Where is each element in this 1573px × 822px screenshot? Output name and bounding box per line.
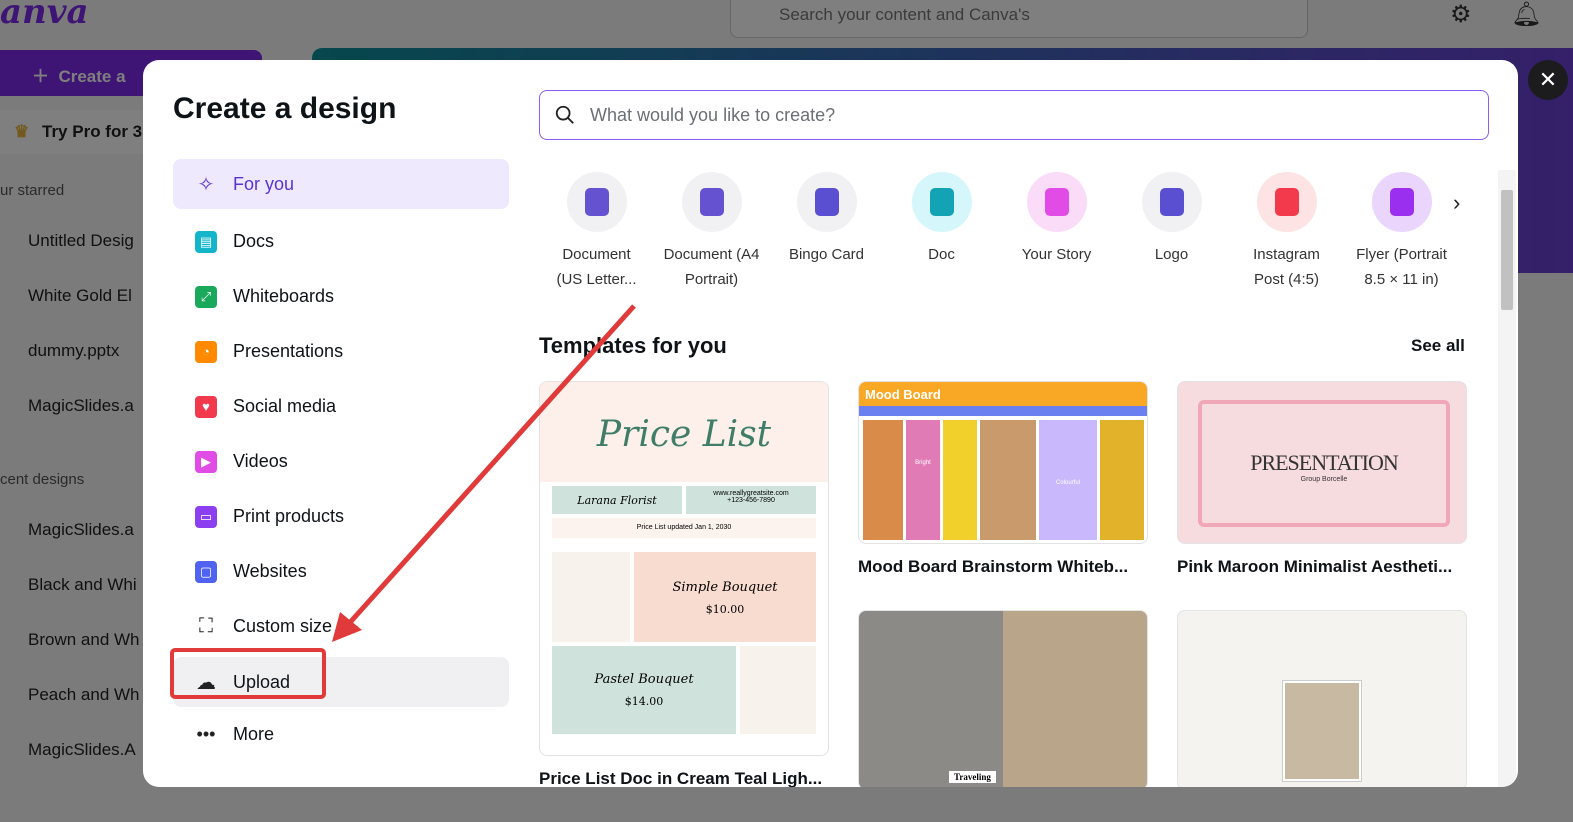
template-title: PRESENTATION: [1250, 450, 1399, 475]
design-type-row: Document (US Letter... Document (A4 Portrai…: [539, 172, 1459, 292]
design-type-icon: [681, 172, 742, 232]
nav-whiteboards[interactable]: ⤢ Whiteboards: [173, 269, 509, 324]
design-type-icon: [1256, 172, 1317, 232]
template-text: Traveling: [949, 771, 996, 783]
flower-image: [552, 552, 630, 642]
nav-custom-size[interactable]: ⛶ Custom size: [173, 599, 509, 654]
presentation-icon: ◔: [195, 340, 217, 363]
scrollbar[interactable]: [1498, 170, 1516, 787]
template-title: Price List: [540, 382, 828, 482]
template-card-mood-board[interactable]: Mood Board Bright Colourful: [858, 381, 1148, 544]
design-type-label: Document: [562, 246, 631, 263]
nav-print-products[interactable]: ▭ Print products: [173, 489, 509, 544]
design-type-5[interactable]: Logo: [1114, 172, 1229, 292]
template-caption[interactable]: Pink Maroon Minimalist Aestheti...: [1177, 557, 1452, 577]
template-text: +123-456-7890: [727, 497, 775, 504]
template-text: Simple Bouquet: [672, 580, 778, 595]
design-type-label: Flyer (Portrait: [1356, 246, 1447, 263]
upload-highlight-box: [170, 648, 326, 699]
template-text: Price List updated Jan 1, 2030: [552, 518, 816, 538]
design-type-2[interactable]: Bingo Card: [769, 172, 884, 292]
sparkle-icon: ✧: [197, 173, 215, 196]
template-text: Larana Florist: [552, 486, 682, 514]
design-type-icon: [796, 172, 857, 232]
photo-image: [1283, 681, 1361, 781]
nav-social-media[interactable]: ♥ Social media: [173, 379, 509, 434]
template-caption[interactable]: Mood Board Brainstorm Whiteb...: [858, 557, 1128, 577]
design-search-input[interactable]: What would you like to create?: [539, 90, 1489, 140]
template-text: Group Borcelle: [1300, 476, 1348, 483]
template-card-price-list[interactable]: Price List Larana Florist www.reallygrea…: [539, 381, 829, 756]
search-icon: [555, 105, 574, 124]
design-type-6[interactable]: Instagram Post (4:5): [1229, 172, 1344, 292]
nav-websites[interactable]: ▢ Websites: [173, 544, 509, 599]
design-type-3[interactable]: Doc: [884, 172, 999, 292]
close-button[interactable]: ✕: [1528, 60, 1568, 100]
template-contact: www.reallygreatsite.com +123-456-7890: [686, 486, 816, 514]
template-card-travel[interactable]: Traveling: [858, 610, 1148, 787]
see-all-link[interactable]: See all: [1411, 336, 1465, 356]
template-text: www.reallygreatsite.com: [713, 490, 789, 497]
design-type-label-2: 8.5 × 11 in): [1364, 271, 1439, 288]
design-type-label: Doc: [928, 246, 955, 263]
design-type-4[interactable]: Your Story: [999, 172, 1114, 292]
design-type-icon: [566, 172, 627, 232]
design-type-label: Instagram: [1253, 246, 1320, 263]
template-caption[interactable]: Price List Doc in Cream Teal Ligh...: [539, 769, 822, 787]
template-text: Pastel Bouquet: [594, 672, 694, 687]
design-type-icon: [1141, 172, 1202, 232]
scrollbar-thumb[interactable]: [1501, 190, 1513, 310]
design-type-label-2: Portrait): [684, 271, 739, 288]
create-design-modal: Create a design ✧ For you ▤ Docs ⤢ Whiteboa…: [143, 60, 1518, 787]
printer-icon: ▭: [195, 505, 217, 528]
design-type-1[interactable]: Document (A4 Portrait): [654, 172, 769, 292]
more-icon: •••: [196, 724, 216, 744]
design-type-label-2: Post (4:5): [1253, 271, 1320, 288]
nav-presentations[interactable]: ◔ Presentations: [173, 324, 509, 379]
design-type-7[interactable]: Flyer (Portrait 8.5 × 11 in): [1344, 172, 1459, 292]
templates-heading: Templates for you: [539, 333, 727, 358]
design-type-label: Logo: [1154, 246, 1189, 263]
design-type-label: Document (A4: [663, 246, 760, 263]
template-title: Mood Board: [859, 382, 1147, 406]
nav-docs[interactable]: ▤ Docs: [173, 214, 509, 269]
template-text: Colourful: [1039, 420, 1097, 540]
design-type-label-2: (US Letter...: [556, 271, 637, 288]
design-type-label: Bingo Card: [788, 246, 865, 263]
template-card-presentation[interactable]: PRESENTATION Group Borcelle: [1177, 381, 1467, 544]
template-text: Bright: [906, 420, 940, 540]
template-card-photo[interactable]: [1177, 610, 1467, 787]
design-type-icon: [1371, 172, 1432, 232]
design-type-0[interactable]: Document (US Letter...: [539, 172, 654, 292]
template-text: $10.00: [705, 603, 745, 616]
chevron-right-icon[interactable]: ›: [1453, 190, 1460, 216]
nav-more[interactable]: ••• More: [173, 707, 509, 762]
flower-image: [740, 646, 816, 734]
modal-title: Create a design: [173, 92, 397, 125]
resize-icon: ⛶: [199, 615, 213, 637]
template-text: $14.00: [624, 695, 664, 708]
docs-icon: ▤: [195, 230, 217, 253]
design-type-icon: [1026, 172, 1087, 232]
design-type-label: Your Story: [1021, 246, 1092, 263]
whiteboard-icon: ⤢: [195, 285, 217, 308]
nav-videos[interactable]: ▶ Videos: [173, 434, 509, 489]
browser-icon: ▢: [195, 560, 217, 583]
nav-for-you[interactable]: ✧ For you: [173, 159, 509, 209]
video-icon: ▶: [195, 450, 217, 473]
design-type-icon: [911, 172, 972, 232]
heart-icon: ♥: [195, 395, 217, 418]
